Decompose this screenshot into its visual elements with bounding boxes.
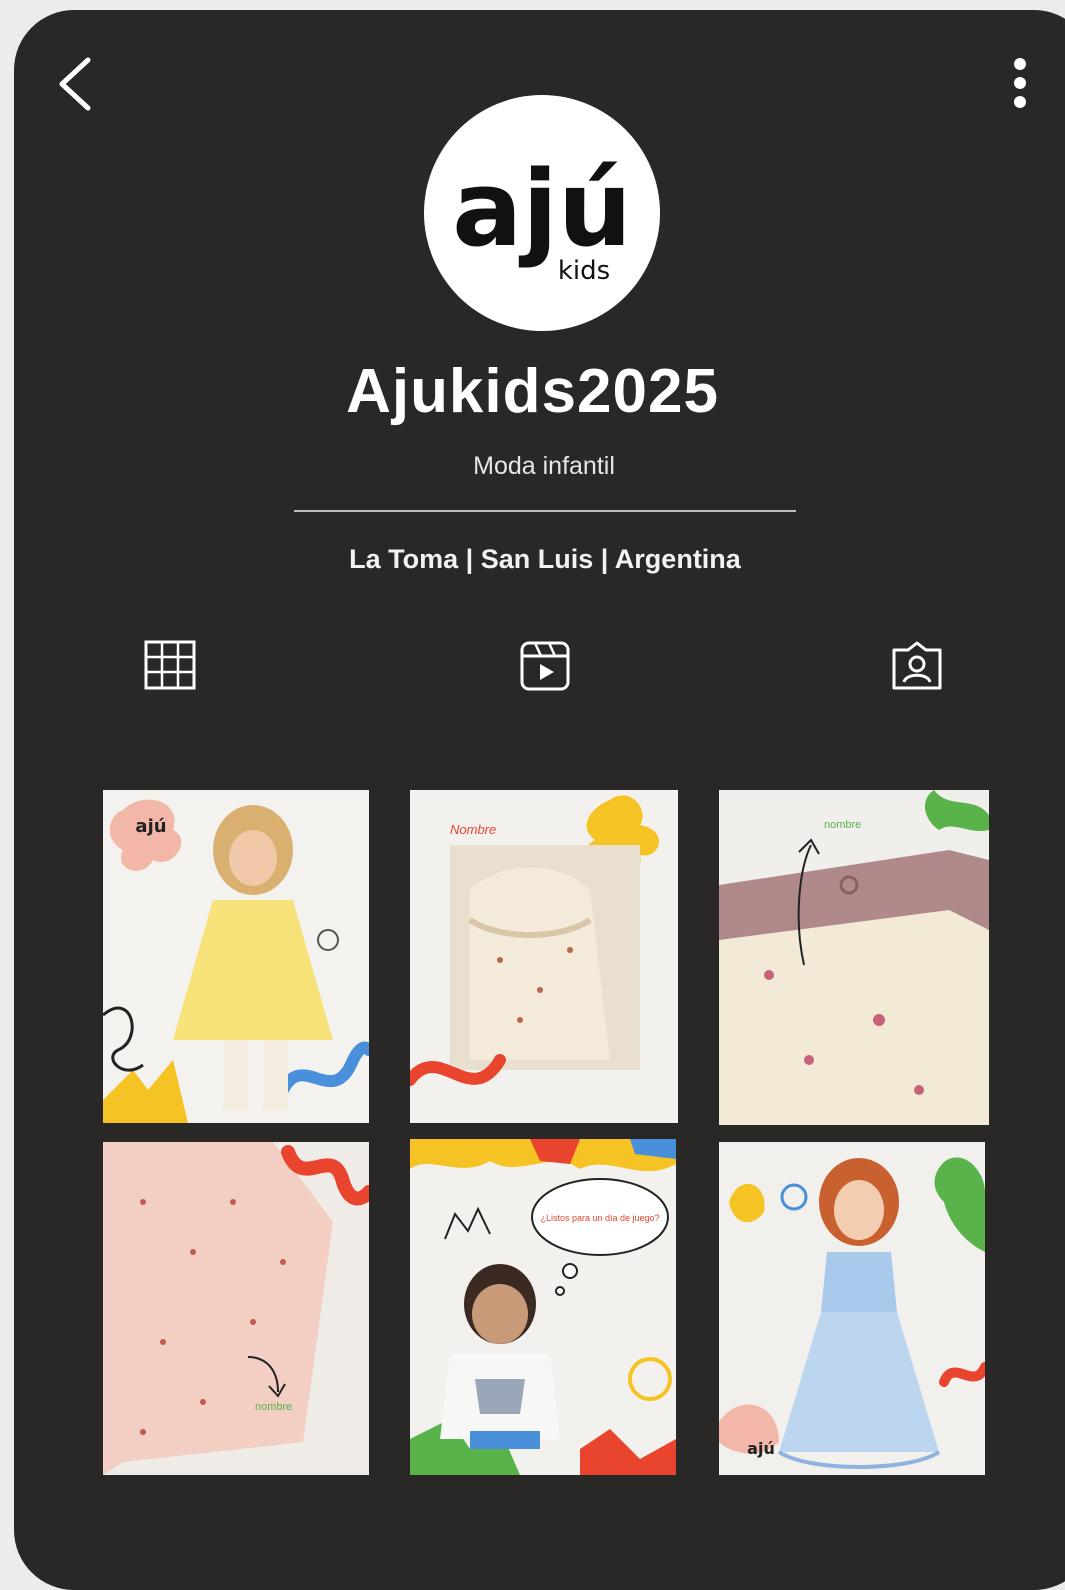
post-logo: ajú bbox=[747, 1439, 775, 1458]
thought-bubble-text: ¿Listos para un día de juego? bbox=[540, 1213, 659, 1223]
post-image-girl-yellow-dress: ajú bbox=[103, 790, 369, 1123]
post-tile-6[interactable]: ajú bbox=[719, 1142, 985, 1475]
reels-icon bbox=[520, 641, 570, 691]
post-tile-5[interactable]: ¿Listos para un día de juego? bbox=[410, 1139, 676, 1475]
profile-avatar[interactable]: ajú kids bbox=[424, 95, 660, 331]
post-logo: ajú bbox=[135, 816, 166, 837]
divider bbox=[294, 510, 796, 512]
grid-icon bbox=[144, 640, 196, 690]
back-button[interactable] bbox=[50, 52, 110, 116]
logo-text: ajú bbox=[452, 148, 632, 270]
logo-subtext: kids bbox=[558, 256, 610, 286]
more-options-button[interactable] bbox=[995, 50, 1045, 120]
tab-tagged[interactable] bbox=[890, 640, 944, 692]
post-tile-3[interactable]: nombre bbox=[719, 790, 989, 1125]
post-image-floral-blouse: Nombre bbox=[410, 790, 678, 1123]
chevron-left-icon bbox=[59, 57, 91, 111]
post-image-pink-top: nombre bbox=[103, 1142, 369, 1475]
post-image-folded-pants: nombre bbox=[719, 790, 989, 1125]
tab-posts[interactable] bbox=[144, 640, 196, 690]
tab-reels[interactable] bbox=[519, 640, 571, 692]
post-image-girl-blue-dress: ajú bbox=[719, 1142, 985, 1475]
brand-logo: ajú kids bbox=[452, 148, 632, 286]
profile-location: La Toma | San Luis | Argentina bbox=[349, 544, 741, 574]
post-tile-2[interactable]: Nombre bbox=[410, 790, 678, 1123]
profile-username: Ajukids2025 bbox=[346, 357, 719, 426]
more-vertical-icon bbox=[1014, 58, 1026, 108]
post-label: nombre bbox=[255, 1401, 292, 1413]
tagged-user-icon bbox=[892, 641, 942, 690]
post-image-boy-playing: ¿Listos para un día de juego? bbox=[410, 1139, 676, 1475]
post-tile-4[interactable]: nombre bbox=[103, 1142, 369, 1475]
profile-tagline: Moda infantil bbox=[473, 452, 615, 480]
post-label: Nombre bbox=[450, 822, 496, 837]
post-label: nombre bbox=[824, 819, 861, 831]
post-tile-1[interactable]: ajú bbox=[103, 790, 369, 1123]
